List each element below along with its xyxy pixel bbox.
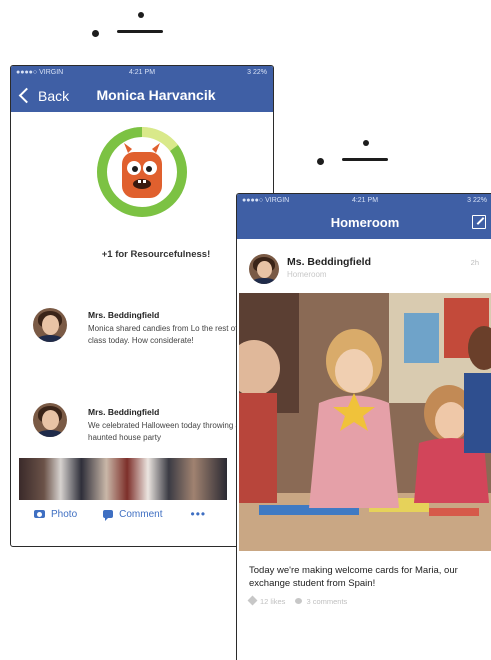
nav-bar: Homeroom	[237, 207, 491, 239]
compose-icon[interactable]	[472, 215, 486, 229]
phone2-sensor-dot	[363, 140, 369, 146]
classroom-scene-icon	[239, 293, 491, 551]
phone1-speaker-grille	[117, 30, 163, 33]
battery-level: 3 22%	[247, 69, 267, 76]
points-ring-icon	[97, 127, 187, 217]
post-caption: Today we're making welcome cards for Mar…	[249, 565, 458, 589]
phone2-camera-dot	[317, 158, 324, 165]
list-item[interactable]: Mrs. Beddingfield We celebrated Hallowee…	[33, 401, 253, 451]
halloween-photo[interactable]	[19, 458, 227, 500]
phone1-camera-dot	[92, 30, 99, 37]
battery-level: 3 22%	[467, 197, 487, 204]
award-label: +1 for Resourcefulness!	[101, 249, 211, 260]
author-name[interactable]: Ms. Beddingfield	[287, 256, 371, 268]
comment-icon	[295, 598, 303, 604]
post-toolbar: Photo Comment •••	[11, 502, 273, 526]
status-time: 4:21 PM	[351, 197, 379, 204]
photo-label: Photo	[51, 508, 78, 520]
post-body: We celebrated Halloween today throwing a…	[88, 421, 240, 442]
page-title: Monica Harvancik	[96, 87, 216, 103]
avatar[interactable]	[249, 254, 279, 284]
phone2-speaker-grille	[342, 158, 388, 161]
likes-label: 12 likes	[260, 597, 286, 606]
phone-class-feed: ●●●●○ VIRGIN 4:21 PM 3 22% Homeroom Ms. …	[236, 193, 491, 660]
comment-label: Comment	[119, 508, 163, 520]
classroom-photo[interactable]	[239, 293, 491, 551]
page-title: Homeroom	[330, 215, 400, 230]
class-name: Homeroom	[287, 270, 327, 279]
author-name: Mrs. Beddingfield	[88, 407, 160, 417]
comment-button[interactable]: Comment	[103, 508, 163, 521]
post-timestamp: 2h	[470, 258, 479, 267]
heart-icon	[247, 595, 258, 606]
post-stats: 12 likes 3 comments	[247, 595, 347, 606]
comments-count[interactable]: 3 comments	[295, 597, 347, 606]
likes-count[interactable]: 12 likes	[247, 595, 286, 606]
post-body: Monica shared candies from Lo the rest o…	[88, 324, 251, 345]
camera-icon	[34, 510, 45, 518]
status-bar: ●●●●○ VIRGIN 4:21 PM 3 22%	[11, 66, 273, 79]
avatar	[33, 403, 67, 437]
status-bar: ●●●●○ VIRGIN 4:21 PM 3 22%	[237, 194, 491, 207]
monster-avatar	[92, 122, 192, 222]
photo-button[interactable]: Photo	[34, 509, 77, 520]
list-item[interactable]: Mrs. Beddingfield Monica shared candies …	[33, 306, 253, 366]
status-time: 4:21 PM	[128, 69, 156, 76]
avatar	[33, 308, 67, 342]
more-options-button[interactable]: •••	[191, 507, 207, 521]
speech-bubble-icon	[103, 510, 114, 521]
phone-student-profile: ●●●●○ VIRGIN 4:21 PM 3 22% Back Monica H…	[10, 65, 274, 547]
author-name: Mrs. Beddingfield	[88, 310, 160, 320]
phone1-sensor-dot	[138, 12, 144, 18]
nav-bar: Back Monica Harvancik	[11, 79, 273, 112]
comments-label: 3 comments	[306, 597, 348, 606]
